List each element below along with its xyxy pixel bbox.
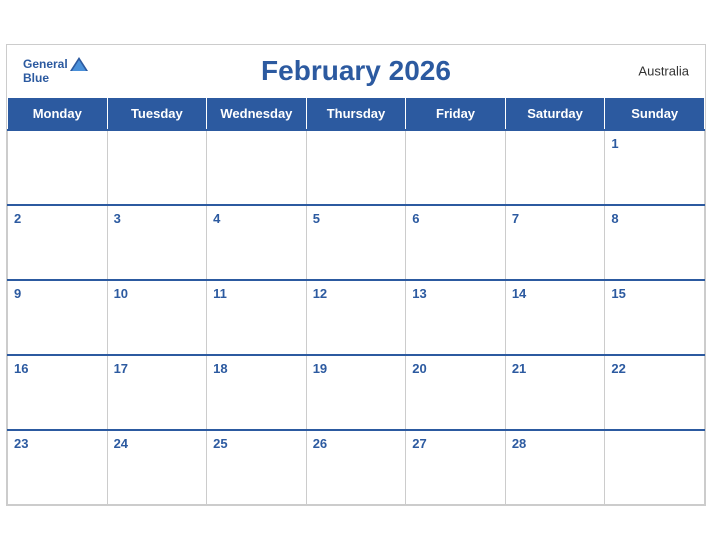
- calendar-container: General Blue February 2026 Australia Mon…: [6, 44, 706, 507]
- weekday-header-row: Monday Tuesday Wednesday Thursday Friday…: [8, 97, 705, 130]
- day-number-10: 10: [114, 286, 128, 301]
- day-number-17: 17: [114, 361, 128, 376]
- day-number-27: 27: [412, 436, 426, 451]
- day-number-7: 7: [512, 211, 519, 226]
- header-thursday: Thursday: [306, 97, 406, 130]
- day-cell-22: 22: [605, 355, 705, 430]
- empty-cell-w0d5: [505, 130, 605, 205]
- day-cell-21: 21: [505, 355, 605, 430]
- week-row-1: 1: [8, 130, 705, 205]
- day-cell-20: 20: [406, 355, 506, 430]
- logo-blue-text: Blue: [23, 71, 49, 85]
- day-cell-18: 18: [207, 355, 307, 430]
- empty-cell-w4d6: [605, 430, 705, 505]
- day-number-22: 22: [611, 361, 625, 376]
- day-cell-24: 24: [107, 430, 207, 505]
- empty-cell-w0d1: [107, 130, 207, 205]
- week-row-3: 9 10 11 12 13 14 15: [8, 280, 705, 355]
- day-cell-14: 14: [505, 280, 605, 355]
- day-cell-17: 17: [107, 355, 207, 430]
- day-number-9: 9: [14, 286, 21, 301]
- day-cell-19: 19: [306, 355, 406, 430]
- day-cell-15: 15: [605, 280, 705, 355]
- day-number-23: 23: [14, 436, 28, 451]
- empty-cell-w0d2: [207, 130, 307, 205]
- header-saturday: Saturday: [505, 97, 605, 130]
- day-number-6: 6: [412, 211, 419, 226]
- day-cell-26: 26: [306, 430, 406, 505]
- empty-cell-w0d4: [406, 130, 506, 205]
- day-number-14: 14: [512, 286, 526, 301]
- day-number-18: 18: [213, 361, 227, 376]
- day-cell-1: 1: [605, 130, 705, 205]
- day-cell-4: 4: [207, 205, 307, 280]
- day-number-11: 11: [213, 286, 227, 301]
- day-cell-12: 12: [306, 280, 406, 355]
- day-number-16: 16: [14, 361, 28, 376]
- day-number-25: 25: [213, 436, 227, 451]
- day-cell-5: 5: [306, 205, 406, 280]
- day-number-21: 21: [512, 361, 526, 376]
- day-number-4: 4: [213, 211, 220, 226]
- day-cell-8: 8: [605, 205, 705, 280]
- empty-cell-w0d0: [8, 130, 108, 205]
- day-cell-23: 23: [8, 430, 108, 505]
- day-number-3: 3: [114, 211, 121, 226]
- day-number-2: 2: [14, 211, 21, 226]
- day-cell-7: 7: [505, 205, 605, 280]
- day-number-24: 24: [114, 436, 128, 451]
- day-number-15: 15: [611, 286, 625, 301]
- header-friday: Friday: [406, 97, 506, 130]
- calendar-header: General Blue February 2026 Australia: [7, 45, 705, 97]
- day-cell-28: 28: [505, 430, 605, 505]
- day-cell-13: 13: [406, 280, 506, 355]
- day-number-13: 13: [412, 286, 426, 301]
- logo-general-text: General: [23, 57, 68, 71]
- day-cell-10: 10: [107, 280, 207, 355]
- month-title: February 2026: [261, 55, 451, 87]
- empty-cell-w0d3: [306, 130, 406, 205]
- logo-icon: [70, 57, 88, 71]
- day-number-5: 5: [313, 211, 320, 226]
- header-tuesday: Tuesday: [107, 97, 207, 130]
- day-cell-2: 2: [8, 205, 108, 280]
- header-monday: Monday: [8, 97, 108, 130]
- country-label: Australia: [638, 63, 689, 78]
- day-cell-9: 9: [8, 280, 108, 355]
- logo-area: General Blue: [23, 57, 88, 85]
- day-cell-3: 3: [107, 205, 207, 280]
- day-number-19: 19: [313, 361, 327, 376]
- day-number-12: 12: [313, 286, 327, 301]
- calendar-table: Monday Tuesday Wednesday Thursday Friday…: [7, 97, 705, 506]
- week-row-5: 23 24 25 26 27 28: [8, 430, 705, 505]
- day-number-28: 28: [512, 436, 526, 451]
- week-row-4: 16 17 18 19 20 21 22: [8, 355, 705, 430]
- header-wednesday: Wednesday: [207, 97, 307, 130]
- day-cell-27: 27: [406, 430, 506, 505]
- day-cell-11: 11: [207, 280, 307, 355]
- day-number-26: 26: [313, 436, 327, 451]
- day-number-8: 8: [611, 211, 618, 226]
- day-number-1: 1: [611, 136, 618, 151]
- header-sunday: Sunday: [605, 97, 705, 130]
- day-number-20: 20: [412, 361, 426, 376]
- week-row-2: 2 3 4 5 6 7 8: [8, 205, 705, 280]
- day-cell-25: 25: [207, 430, 307, 505]
- day-cell-6: 6: [406, 205, 506, 280]
- day-cell-16: 16: [8, 355, 108, 430]
